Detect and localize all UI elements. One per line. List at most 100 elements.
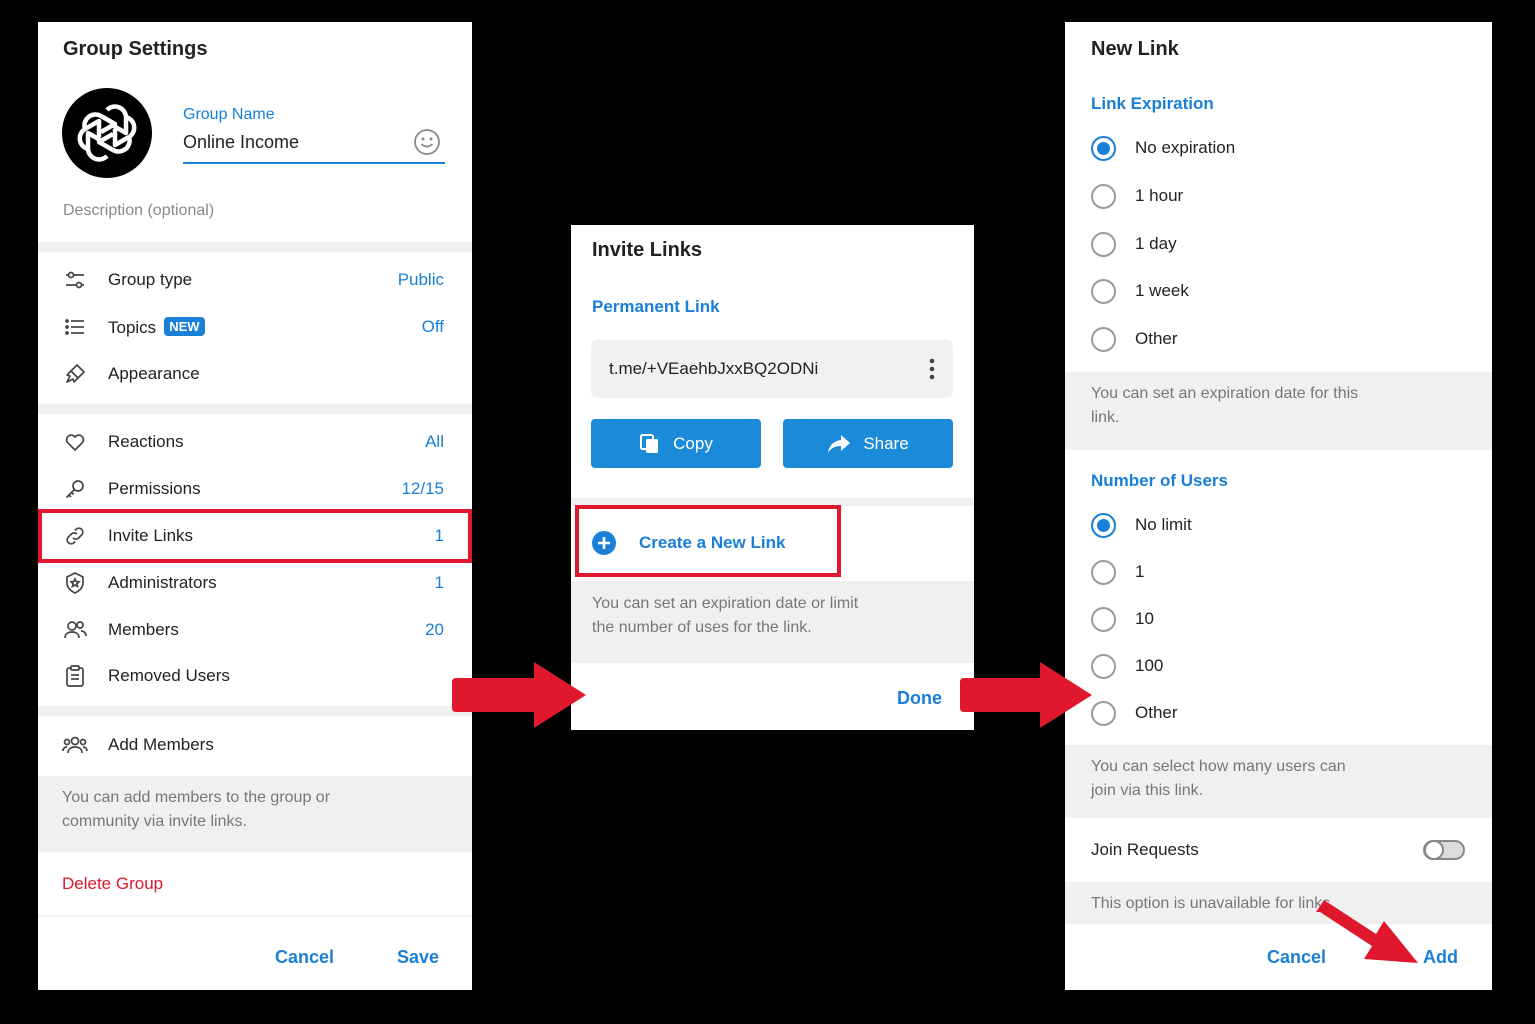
invite-links-note: You can set an expiration date or limit … xyxy=(571,581,974,663)
row-label: Appearance xyxy=(108,364,200,383)
option-label: Other xyxy=(1135,703,1178,722)
radio-button[interactable] xyxy=(1091,232,1116,257)
group-settings-panel: Group Settings Group Name Online Income … xyxy=(38,22,472,990)
option-label: Other xyxy=(1135,329,1178,348)
add-members-label: Add Members xyxy=(108,735,214,754)
avatar[interactable] xyxy=(62,88,152,178)
row-label: Reactions xyxy=(108,432,184,451)
permanent-link-field[interactable]: t.me/+VEaehbJxxBQ2ODNi xyxy=(591,340,953,398)
expiration-option[interactable]: 1 day xyxy=(1065,224,1492,264)
join-requests-row[interactable]: Join Requests xyxy=(1065,828,1492,872)
radio-button[interactable] xyxy=(1091,513,1116,538)
radio-button[interactable] xyxy=(1091,279,1116,304)
radio-button[interactable] xyxy=(1091,560,1116,585)
brush-icon xyxy=(62,361,88,387)
add-members-note-text: You can add members to the group or comm… xyxy=(62,789,331,830)
link-expiration-title: Link Expiration xyxy=(1091,94,1214,113)
arrow-right-icon xyxy=(452,662,586,728)
settings-row-members[interactable]: Members 20 xyxy=(38,610,472,650)
heart-icon xyxy=(62,429,88,455)
group-name-label: Group Name xyxy=(183,106,275,123)
expiration-option[interactable]: 1 hour xyxy=(1065,176,1492,216)
add-members-button[interactable]: Add Members xyxy=(38,725,472,765)
more-vertical-icon[interactable] xyxy=(929,358,935,380)
list-icon xyxy=(62,314,88,340)
users-option[interactable]: 100 xyxy=(1065,646,1492,686)
settings-row-appearance[interactable]: Appearance xyxy=(38,354,472,394)
option-label: 1 week xyxy=(1135,281,1189,300)
row-label: Group type xyxy=(108,270,193,289)
option-label: No limit xyxy=(1135,515,1192,534)
users-option[interactable]: 10 xyxy=(1065,599,1492,639)
row-value: 20 xyxy=(425,620,444,639)
join-requests-toggle[interactable] xyxy=(1423,840,1465,860)
radio-button[interactable] xyxy=(1091,136,1116,161)
arrow-right-icon xyxy=(960,662,1092,728)
cancel-button[interactable]: Cancel xyxy=(275,947,334,968)
description-input[interactable]: Description (optional) xyxy=(63,202,214,220)
sliders-icon xyxy=(62,267,88,293)
option-label: 100 xyxy=(1135,656,1164,675)
invite-links-panel: Invite Links Permanent Link t.me/+VEaehb… xyxy=(571,225,974,730)
row-value: 1 xyxy=(434,573,444,592)
group-name-input[interactable]: Online Income xyxy=(183,132,445,164)
invite-links-note-text: You can set an expiration date or limit … xyxy=(592,595,859,636)
copy-icon xyxy=(640,433,659,453)
users-option[interactable]: Other xyxy=(1065,693,1492,733)
permanent-link-title: Permanent Link xyxy=(592,297,720,316)
settings-row-reactions[interactable]: Reactions All xyxy=(38,422,472,462)
emoji-icon[interactable] xyxy=(413,128,441,156)
done-button[interactable]: Done xyxy=(897,688,942,709)
row-label: Administrators xyxy=(108,573,217,592)
number-of-users-title: Number of Users xyxy=(1091,471,1228,490)
expiration-option[interactable]: 1 week xyxy=(1065,271,1492,311)
divider xyxy=(38,404,472,414)
row-label-text: Topics xyxy=(108,317,157,337)
join-requests-note: This option is unavailable for links. xyxy=(1065,882,1492,924)
radio-button[interactable] xyxy=(1091,607,1116,632)
radio-button[interactable] xyxy=(1091,184,1116,209)
settings-row-topics[interactable]: Topics NEW Off xyxy=(38,307,472,347)
users-option[interactable]: No limit xyxy=(1065,505,1492,545)
option-label: 10 xyxy=(1135,609,1154,628)
arrow-down-right-icon xyxy=(1316,900,1418,963)
settings-row-permissions[interactable]: Permissions 12/15 xyxy=(38,469,472,509)
divider xyxy=(38,706,472,716)
share-icon xyxy=(828,434,851,453)
highlight-invite-links xyxy=(38,509,472,563)
copy-button[interactable]: Copy xyxy=(591,419,761,468)
add-button[interactable]: Add xyxy=(1423,947,1458,968)
page-title: Group Settings xyxy=(63,38,208,60)
row-value: 12/15 xyxy=(401,479,444,498)
row-label: Removed Users xyxy=(108,666,230,685)
add-members-note: You can add members to the group or comm… xyxy=(38,776,472,852)
join-requests-label: Join Requests xyxy=(1091,840,1199,859)
row-label: Topics NEW xyxy=(108,316,205,338)
settings-row-removed-users[interactable]: Removed Users xyxy=(38,656,472,696)
shield-star-icon xyxy=(62,570,88,596)
expiration-option[interactable]: Other xyxy=(1065,319,1492,359)
new-badge: NEW xyxy=(164,316,205,336)
option-label: 1 xyxy=(1135,562,1145,581)
share-button[interactable]: Share xyxy=(783,419,953,468)
users-icon xyxy=(62,617,88,643)
clipboard-icon xyxy=(62,663,88,689)
join-requests-note-text: This option is unavailable for links. xyxy=(1091,895,1335,912)
delete-group-button[interactable]: Delete Group xyxy=(62,874,163,894)
share-label: Share xyxy=(863,433,909,453)
row-value: All xyxy=(425,432,444,451)
copy-label: Copy xyxy=(673,433,713,453)
row-value: Public xyxy=(397,270,444,289)
settings-row-administrators[interactable]: Administrators 1 xyxy=(38,563,472,603)
save-button[interactable]: Save xyxy=(397,947,439,968)
toggle-knob xyxy=(1424,840,1444,860)
link-value: t.me/+VEaehbJxxBQ2ODNi xyxy=(609,359,819,378)
option-label: 1 hour xyxy=(1135,186,1184,205)
divider xyxy=(38,242,472,252)
users-option[interactable]: 1 xyxy=(1065,552,1492,592)
highlight-create-new-link xyxy=(575,505,841,577)
settings-row-group-type[interactable]: Group type Public xyxy=(38,260,472,300)
expiration-option[interactable]: No expiration xyxy=(1065,128,1492,168)
radio-button[interactable] xyxy=(1091,327,1116,352)
row-label: Members xyxy=(108,620,179,639)
